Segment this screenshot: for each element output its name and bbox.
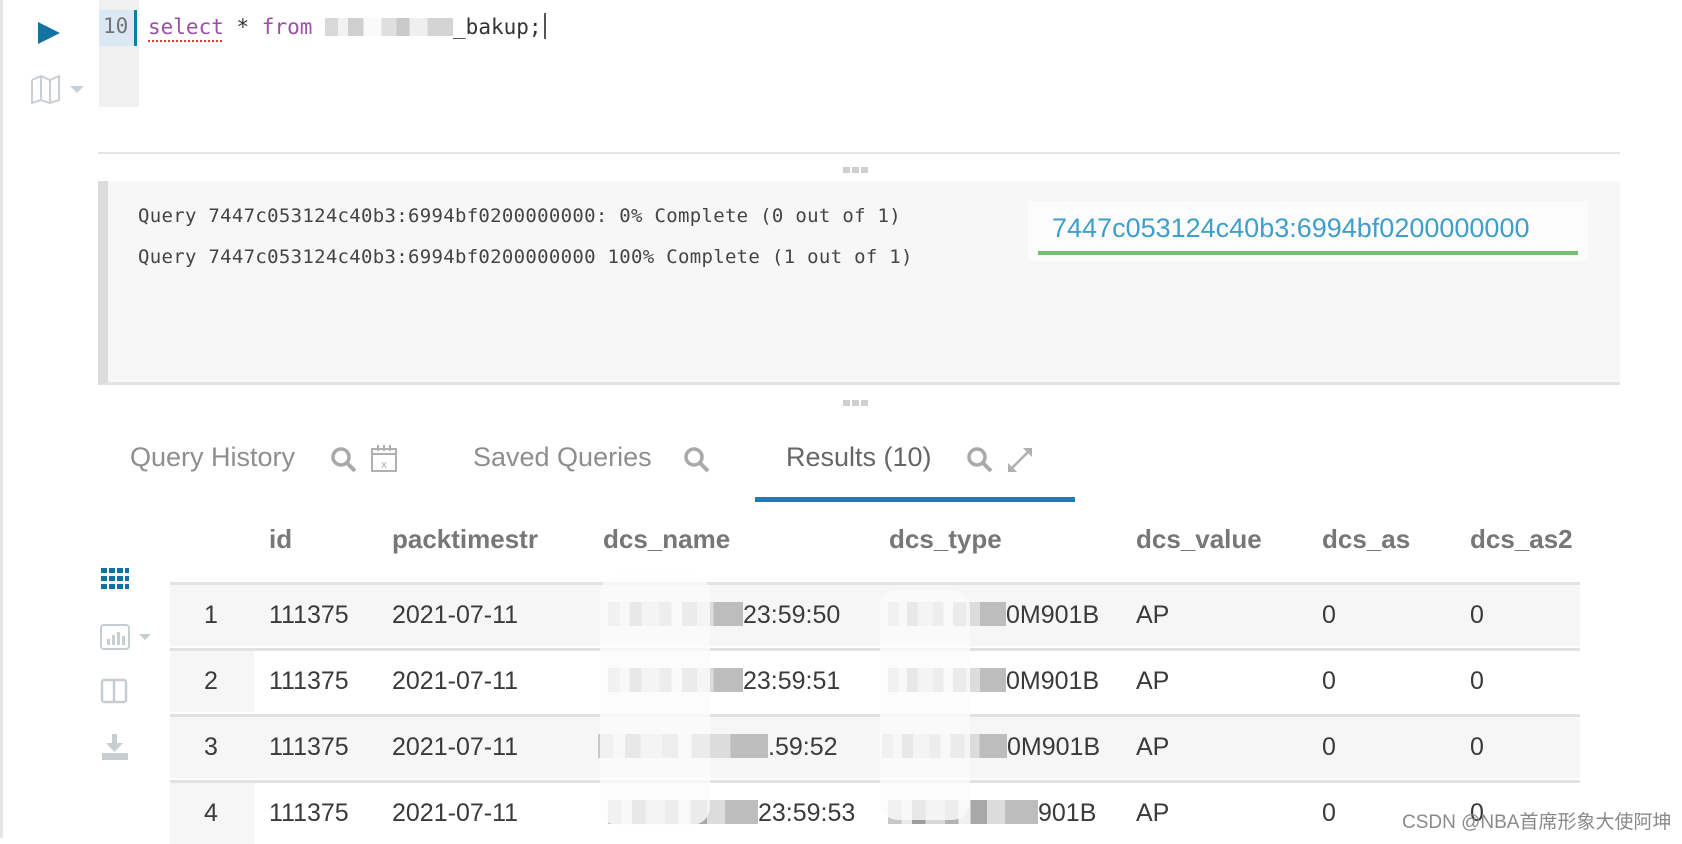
row-index: 2 (204, 667, 218, 695)
job-progress-bar (1038, 251, 1578, 255)
cell-id: 111375 (269, 601, 349, 629)
line-number: 10 (103, 14, 129, 38)
bar-chart-icon[interactable] (100, 623, 156, 656)
expand-icon[interactable] (1006, 446, 1034, 479)
row-index: 1 (204, 601, 218, 629)
download-icon[interactable] (100, 733, 130, 766)
cell-dcs-value: AP (1136, 733, 1170, 761)
table-row[interactable]: 4 111375 2021-07-11 23:59:53 901B AP 0 0 (170, 780, 1580, 844)
cell-dcs-as2: 0 (1470, 733, 1484, 761)
select-star: * (223, 15, 262, 39)
cell-dcs-as: 0 (1322, 601, 1336, 629)
query-log-panel: Query 7447c053124c40b3:6994bf0200000000:… (98, 181, 1620, 385)
tab-saved-queries[interactable]: Saved Queries (473, 442, 652, 473)
log-line: Query 7447c053124c40b3:6994bf0200000000:… (138, 205, 902, 227)
table-row[interactable]: 2 111375 2021-07-11 23:59:51 0M901B AP 0… (170, 648, 1580, 712)
cell-dcs-value: AP (1136, 799, 1170, 827)
job-id-link[interactable]: 7447c053124c40b3:6994bf0200000000 (1052, 213, 1529, 244)
cell-dcs-value: AP (1136, 667, 1170, 695)
chevron-down-icon (70, 86, 84, 93)
play-icon (38, 22, 60, 44)
svg-text:x: x (381, 458, 388, 471)
active-tab-indicator (755, 497, 1075, 502)
left-border (0, 0, 3, 838)
column-header-packtimestr[interactable]: packtimestr (392, 524, 538, 555)
search-icon[interactable] (330, 446, 358, 479)
column-header-dcs-type[interactable]: dcs_type (889, 524, 1002, 555)
row-index: 3 (204, 733, 218, 761)
log-line: Query 7447c053124c40b3:6994bf0200000000 … (138, 246, 913, 268)
cell-id: 111375 (269, 667, 349, 695)
cell-dcs-as: 0 (1322, 733, 1336, 761)
column-header-dcs-as2[interactable]: dcs_as2 (1470, 524, 1573, 555)
redacted-table-name (325, 18, 454, 36)
columns-icon[interactable] (100, 678, 130, 711)
cell-id: 111375 (269, 799, 349, 827)
row-index: 4 (204, 799, 218, 827)
chevron-down-icon (139, 634, 151, 640)
calendar-clear-icon[interactable]: x (370, 443, 398, 478)
cell-packtimestr: 2021-07-11 (392, 799, 519, 827)
column-header-id[interactable]: id (269, 524, 292, 555)
job-status-box: 7447c053124c40b3:6994bf0200000000 (1028, 201, 1588, 261)
snippets-dropdown-button[interactable] (30, 74, 92, 105)
tab-query-history[interactable]: Query History (130, 442, 295, 473)
tab-results[interactable]: Results (10) (786, 442, 932, 473)
cell-packtimestr: 2021-07-11 (392, 667, 519, 695)
column-header-dcs-as[interactable]: dcs_as (1322, 524, 1410, 555)
keyword-select: select (148, 15, 224, 39)
cell-packtimestr: 2021-07-11 (392, 733, 519, 761)
cell-dcs-as2: 0 (1470, 601, 1484, 629)
code-editor-line[interactable]: select * from _bakup; (148, 13, 546, 39)
cell-id: 111375 (269, 733, 349, 761)
keyword-from: from (261, 15, 313, 39)
redaction-overlay (600, 575, 710, 825)
search-icon[interactable] (966, 446, 994, 479)
column-header-dcs-name[interactable]: dcs_name (603, 524, 730, 555)
redaction-overlay (880, 590, 970, 820)
search-icon[interactable] (683, 446, 711, 479)
cell-dcs-as: 0 (1322, 667, 1336, 695)
cell-dcs-as2: 0 (1470, 667, 1484, 695)
resize-handle-results[interactable] (843, 400, 869, 406)
table-name-suffix: _bakup; (453, 15, 542, 39)
resize-handle-editor[interactable] (843, 167, 869, 173)
run-query-button[interactable] (36, 20, 62, 46)
table-row[interactable]: 1 111375 2021-07-11 23:59:50 0M901B AP 0… (170, 582, 1580, 646)
grid-icon[interactable] (100, 567, 130, 596)
editor-divider (98, 152, 1620, 154)
column-header-dcs-value[interactable]: dcs_value (1136, 524, 1262, 555)
map-icon (31, 74, 84, 105)
cell-dcs-value: AP (1136, 601, 1170, 629)
table-row[interactable]: 3 111375 2021-07-11 .59:52 0M901B AP 0 0 (170, 714, 1580, 778)
watermark: CSDN @NBA首席形象大使阿坤 (1402, 812, 1672, 833)
cell-dcs-as: 0 (1322, 799, 1336, 827)
text-cursor (543, 13, 546, 39)
cell-packtimestr: 2021-07-11 (392, 601, 519, 629)
